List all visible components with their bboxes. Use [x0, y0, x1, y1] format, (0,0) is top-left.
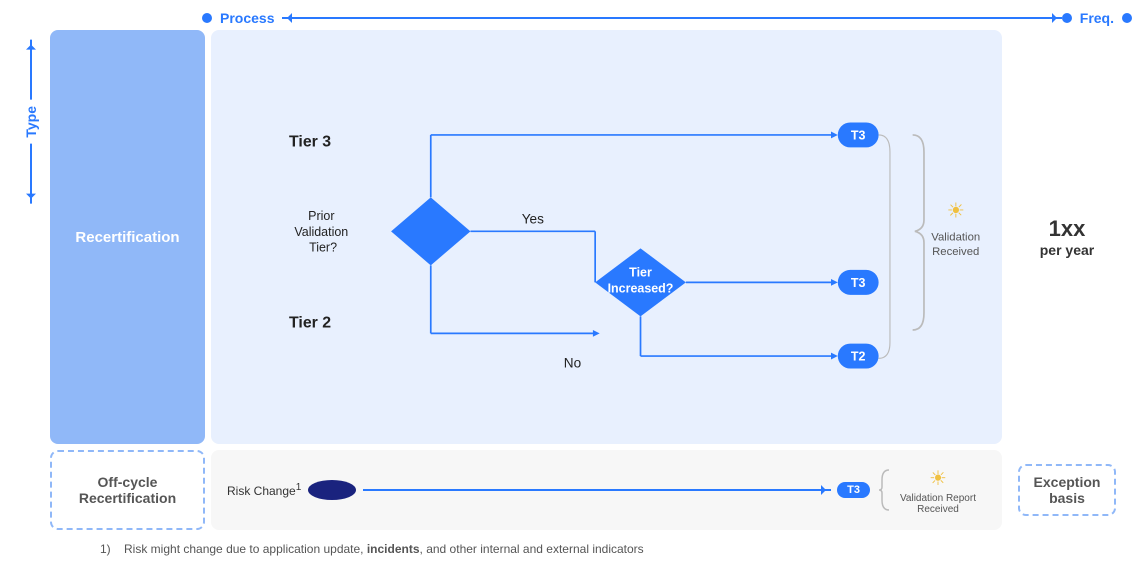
prior-validation-text: Prior Validation Tier?	[294, 209, 351, 255]
process-end-dot	[1062, 13, 1072, 23]
arrow-t2-head	[831, 353, 838, 360]
curly-brace	[913, 135, 924, 330]
diagram-area: Tier 3 Prior Validation Tier? Tier 2	[211, 30, 1002, 444]
validation-sun-icon: ☀	[947, 201, 965, 223]
freq-label: Freq.	[1080, 10, 1114, 26]
validation-received-text2: Received	[932, 246, 979, 258]
validation-report-text: Validation Report Received	[900, 493, 976, 515]
offcycle-brace-path	[879, 470, 889, 510]
offcycle-diagram: Risk Change1 T3	[211, 450, 1002, 530]
oval-shape	[308, 480, 356, 500]
arrow-tier3-head	[831, 132, 838, 139]
process-start-dot	[202, 13, 212, 23]
type-arrow-down	[30, 40, 32, 100]
sun-icon-offcycle: ☀	[929, 466, 947, 491]
content-column: Recertification Tier 3 Prior Validation …	[50, 30, 1132, 556]
process-label: Process	[220, 10, 274, 26]
t3-mid-text: T3	[851, 276, 866, 290]
offcycle-content: Risk Change1 T3	[227, 465, 986, 515]
offcycle-t3-badge: T3	[837, 482, 870, 498]
arrow-to-diamond-head	[593, 330, 600, 337]
type-label: Type	[23, 40, 39, 204]
recert-block: Recertification Tier 3 Prior Validation …	[50, 30, 1132, 444]
offcycle-arrow-head	[821, 485, 831, 495]
freq-column: 1xx per year	[1002, 30, 1132, 444]
t3-top-text: T3	[851, 128, 866, 142]
offcycle-arrow-line	[363, 489, 831, 491]
process-arrow	[282, 17, 1061, 19]
footnote-bold: incidents	[367, 542, 420, 556]
tier3-label: Tier 3	[289, 133, 331, 150]
diagram-svg: Tier 3 Prior Validation Tier? Tier 2	[221, 44, 992, 430]
risk-change-oval	[307, 479, 357, 501]
offcycle-brace	[874, 465, 894, 515]
freq-dot	[1122, 13, 1132, 23]
right-connector	[879, 135, 890, 358]
footnote-text1: Risk might change due to application upd…	[124, 542, 367, 556]
tier-increased-text1: Tier	[629, 266, 652, 280]
freq-unit: per year	[1040, 242, 1094, 258]
type-arrow-up	[30, 144, 32, 204]
footnote-number: 1)	[100, 542, 111, 556]
risk-change-label: Risk Change1	[227, 482, 301, 498]
yes-label: Yes	[522, 211, 544, 226]
tier-increased-text2: Increased?	[608, 282, 674, 296]
footnote: 1) Risk might change due to application …	[50, 542, 1132, 556]
prior-validation-diamond	[391, 197, 470, 265]
exception-freq-col: Exception basis	[1002, 450, 1132, 530]
offcycle-row: Off-cycle Recertification Risk Change1	[50, 450, 1132, 530]
arrow-t3-mid-head	[831, 279, 838, 286]
page-container: Process Freq. Type Recertification	[0, 0, 1144, 564]
offcycle-label: Off-cycle Recertification	[50, 450, 205, 530]
tier2-label: Tier 2	[289, 315, 331, 332]
validation-report-received: ☀ Validation Report Received	[898, 466, 978, 515]
freq-value: 1xx	[1049, 216, 1086, 242]
exception-box: Exception basis	[1018, 464, 1117, 516]
t2-text: T2	[851, 350, 866, 364]
type-column: Type	[12, 30, 50, 556]
footnote-text2: , and other internal and external indica…	[420, 542, 644, 556]
recertification-label: Recertification	[50, 30, 205, 444]
main-area: Type Recertification Tier 3 Prior	[12, 30, 1132, 556]
no-label: No	[564, 355, 581, 370]
header-row: Process Freq.	[202, 10, 1132, 26]
validation-received-text1: Validation	[931, 231, 980, 243]
